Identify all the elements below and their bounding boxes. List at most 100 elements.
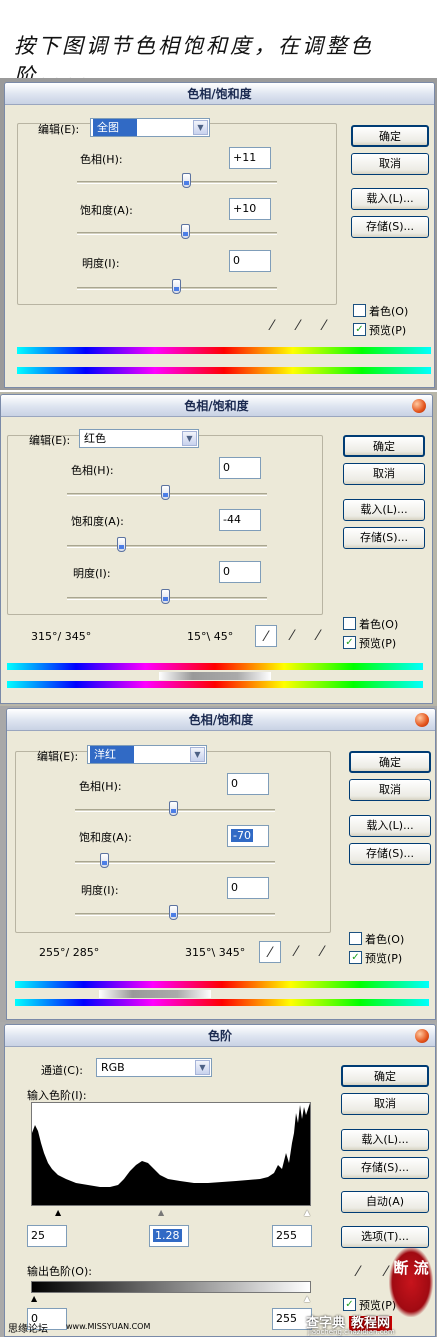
edit-dropdown[interactable]: 全图 ▼ bbox=[90, 118, 210, 137]
range-selector[interactable] bbox=[159, 672, 271, 680]
screenshot-2: 色相/饱和度 编辑(E): 红色 ▼ 色相(H): 0 饱和度(A): -44 明… bbox=[0, 392, 437, 706]
load-button[interactable]: 载入(L)... bbox=[341, 1129, 429, 1151]
preview-checkbox[interactable]: ✓ bbox=[343, 636, 356, 649]
chevron-down-icon[interactable]: ▼ bbox=[193, 120, 208, 135]
colorize-checkbox[interactable] bbox=[349, 932, 362, 945]
lightness-slider-thumb[interactable] bbox=[169, 905, 178, 920]
hue-label: 色相(H): bbox=[71, 464, 114, 477]
dialog-title: 色阶 bbox=[5, 1025, 435, 1047]
hue-input[interactable]: 0 bbox=[227, 773, 269, 795]
hue-slider-thumb[interactable] bbox=[161, 485, 170, 500]
lightness-input[interactable]: 0 bbox=[219, 561, 261, 583]
ok-button[interactable]: 确定 bbox=[351, 125, 429, 147]
colorize-label: 着色(O) bbox=[359, 618, 399, 631]
input-color-bar bbox=[15, 981, 429, 988]
close-icon[interactable] bbox=[415, 713, 429, 727]
black-eyedropper-icon[interactable]: ⁄ bbox=[347, 1261, 369, 1283]
close-icon[interactable] bbox=[412, 399, 426, 413]
hue-slider-thumb[interactable] bbox=[182, 173, 191, 188]
range-selector[interactable] bbox=[99, 990, 211, 998]
eyedropper-icon[interactable]: ⁄ bbox=[255, 625, 277, 647]
saturation-slider-thumb[interactable] bbox=[181, 224, 190, 239]
eyedropper-plus-icon[interactable]: ⁄ bbox=[285, 941, 307, 963]
output-color-bar bbox=[15, 999, 429, 1006]
chevron-down-icon[interactable]: ▼ bbox=[190, 747, 205, 762]
hue-input[interactable]: 0 bbox=[219, 457, 261, 479]
saturation-input[interactable]: -44 bbox=[219, 509, 261, 531]
input-black-slider[interactable]: ▲ bbox=[55, 1209, 61, 1217]
eyedropper-minus-icon[interactable]: ⁄ bbox=[307, 625, 329, 647]
preview-label: 预览(P) bbox=[359, 637, 397, 650]
saturation-label: 饱和度(A): bbox=[71, 515, 124, 528]
preview-checkbox[interactable]: ✓ bbox=[349, 951, 362, 964]
save-button[interactable]: 存储(S)... bbox=[343, 527, 425, 549]
colorize-checkbox[interactable] bbox=[343, 617, 356, 630]
saturation-slider-track[interactable] bbox=[77, 232, 277, 235]
hue-slider-track[interactable] bbox=[77, 181, 277, 184]
channel-dropdown[interactable]: RGB ▼ bbox=[96, 1058, 212, 1077]
lightness-label: 明度(I): bbox=[82, 257, 120, 270]
saturation-slider-track[interactable] bbox=[67, 545, 267, 548]
eyedropper-minus-icon[interactable]: ⁄ bbox=[311, 941, 333, 963]
lightness-slider-thumb[interactable] bbox=[161, 589, 170, 604]
load-button[interactable]: 载入(L)... bbox=[349, 815, 431, 837]
levels-dialog: 色阶 通道(C): RGB ▼ 输入色阶(I): ▲ ▲ ▲ 25 1.28 25… bbox=[4, 1024, 436, 1337]
options-button[interactable]: 选项(T)... bbox=[341, 1226, 429, 1248]
input-black-field[interactable]: 25 bbox=[27, 1225, 67, 1247]
colorize-checkbox[interactable] bbox=[353, 304, 366, 317]
chevron-down-icon[interactable]: ▼ bbox=[182, 431, 197, 446]
settings-group bbox=[7, 435, 323, 615]
eyedropper-plus-icon[interactable]: ⁄ bbox=[281, 625, 303, 647]
saturation-slider-thumb[interactable] bbox=[100, 853, 109, 868]
eyedropper-plus-icon[interactable]: ⁄ bbox=[287, 315, 309, 337]
lightness-input[interactable]: 0 bbox=[227, 877, 269, 899]
cancel-button[interactable]: 取消 bbox=[341, 1093, 429, 1115]
screenshot-3: 色相/饱和度 编辑(E): 洋红 ▼ 色相(H): 0 饱和度(A): -70 明… bbox=[0, 706, 437, 1022]
range-right-degrees: 315°\ 345° bbox=[185, 946, 246, 959]
save-button[interactable]: 存储(S)... bbox=[351, 216, 429, 238]
close-icon[interactable] bbox=[415, 1029, 429, 1043]
output-black-slider[interactable]: ▲ bbox=[31, 1295, 37, 1303]
input-white-field[interactable]: 255 bbox=[272, 1225, 312, 1247]
eyedropper-icon[interactable]: ⁄ bbox=[261, 315, 283, 337]
load-button[interactable]: 载入(L)... bbox=[351, 188, 429, 210]
dialog-title: 色相/饱和度 bbox=[7, 709, 435, 731]
saturation-input[interactable]: -70 bbox=[227, 825, 269, 847]
ok-button[interactable]: 确定 bbox=[341, 1065, 429, 1087]
ok-button[interactable]: 确定 bbox=[349, 751, 431, 773]
lightness-label: 明度(I): bbox=[81, 884, 119, 897]
saturation-input[interactable]: +10 bbox=[229, 198, 271, 220]
preview-checkbox[interactable]: ✓ bbox=[343, 1298, 356, 1311]
eyedropper-minus-icon[interactable]: ⁄ bbox=[313, 315, 335, 337]
preview-checkbox[interactable]: ✓ bbox=[353, 323, 366, 336]
edit-dropdown[interactable]: 洋红 ▼ bbox=[87, 745, 207, 764]
input-color-bar bbox=[7, 663, 423, 670]
input-gamma-field[interactable]: 1.28 bbox=[149, 1225, 189, 1247]
edit-label: 编辑(E): bbox=[38, 123, 80, 136]
settings-group bbox=[17, 123, 337, 305]
input-levels-label: 输入色阶(I): bbox=[27, 1089, 87, 1102]
cancel-button[interactable]: 取消 bbox=[349, 779, 431, 801]
seal-watermark: 断 流 bbox=[389, 1247, 433, 1317]
hue-slider-thumb[interactable] bbox=[169, 801, 178, 816]
saturation-slider-thumb[interactable] bbox=[117, 537, 126, 552]
hue-input[interactable]: +11 bbox=[229, 147, 271, 169]
load-button[interactable]: 载入(L)... bbox=[343, 499, 425, 521]
edit-dropdown[interactable]: 红色 ▼ bbox=[79, 429, 199, 448]
cancel-button[interactable]: 取消 bbox=[351, 153, 429, 175]
channel-label: 通道(C): bbox=[41, 1064, 83, 1077]
lightness-input[interactable]: 0 bbox=[229, 250, 271, 272]
ok-button[interactable]: 确定 bbox=[343, 435, 425, 457]
cancel-button[interactable]: 取消 bbox=[343, 463, 425, 485]
forum-watermark: 思缘论坛 bbox=[8, 1324, 48, 1335]
auto-button[interactable]: 自动(A) bbox=[341, 1191, 429, 1213]
input-gray-slider[interactable]: ▲ bbox=[158, 1209, 164, 1217]
input-white-slider[interactable]: ▲ bbox=[304, 1209, 310, 1217]
save-button[interactable]: 存储(S)... bbox=[341, 1157, 429, 1179]
chevron-down-icon[interactable]: ▼ bbox=[195, 1060, 210, 1075]
preview-label: 预览(P) bbox=[369, 324, 407, 337]
save-button[interactable]: 存储(S)... bbox=[349, 843, 431, 865]
eyedropper-icon[interactable]: ⁄ bbox=[259, 941, 281, 963]
lightness-slider-thumb[interactable] bbox=[172, 279, 181, 294]
output-white-slider[interactable]: ▲ bbox=[304, 1295, 310, 1303]
